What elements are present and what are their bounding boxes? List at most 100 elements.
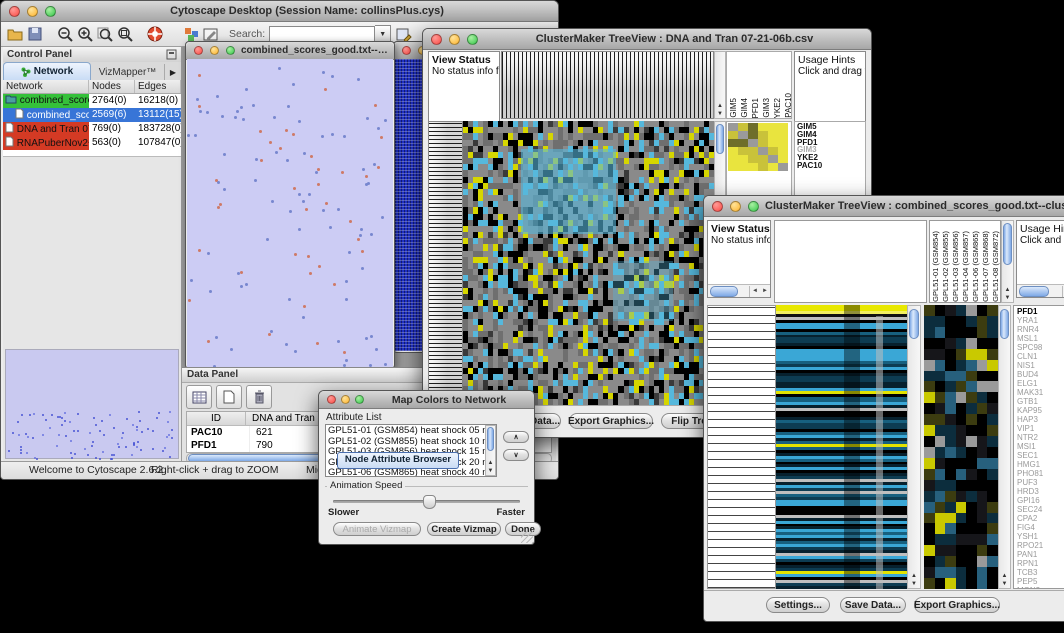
gene-label[interactable]: PHO81	[1014, 469, 1064, 478]
tab-vizmapper[interactable]: VizMapper™	[91, 64, 165, 80]
zoom-window-icon[interactable]	[748, 201, 759, 212]
gene-label[interactable]: MSI1	[1014, 442, 1064, 451]
vscroll-thumb[interactable]	[909, 309, 919, 339]
create-vizmap-button[interactable]: Create Vizmap	[427, 522, 501, 536]
network-row[interactable]: DNA and Tran 07 769(0) 183728(0)	[3, 122, 181, 136]
gene-label[interactable]: CLN1	[1014, 352, 1064, 361]
minimize-icon[interactable]	[730, 201, 741, 212]
hscroll-thumb[interactable]	[710, 286, 738, 297]
tv1-row-dendrogram[interactable]	[428, 121, 463, 405]
usage-hints-hscrollbar[interactable]: ◄►	[1017, 284, 1064, 297]
open-session-icon[interactable]	[6, 25, 24, 43]
gene-label[interactable]: CPA2	[1014, 514, 1064, 523]
gene-label[interactable]: YRA1	[1014, 316, 1064, 325]
gene-label[interactable]: FIG4	[1014, 523, 1064, 532]
zoom-selected-icon[interactable]	[96, 25, 114, 43]
gene-label[interactable]: HRD3	[1014, 487, 1064, 496]
attribute-list[interactable]: GPL51-01 (GSM854) heat shock 05 min GPL51…	[325, 424, 497, 477]
minimize-icon[interactable]	[449, 34, 460, 45]
zoom-window-icon[interactable]	[45, 6, 56, 17]
network-row[interactable]: combined_scores 2764(0) 16218(0)	[3, 94, 181, 108]
zoom-window-icon[interactable]	[226, 46, 235, 55]
tv2-heatmap-scrollbar[interactable]: ▲▼	[907, 305, 921, 589]
zoom-out-icon[interactable]	[56, 25, 74, 43]
gene-label[interactable]: HMG1	[1014, 460, 1064, 469]
animate-vizmap-button[interactable]: Animate Vizmap	[333, 522, 421, 536]
move-down-button[interactable]: ∨	[503, 449, 529, 461]
tv1-col-scrollbar[interactable]: ▲▼	[714, 51, 726, 119]
gene-label[interactable]: MSL1	[1014, 334, 1064, 343]
view-status-hscrollbar[interactable]: ◄►	[708, 284, 770, 297]
tv2-row-dendrogram[interactable]	[707, 305, 776, 589]
network-row[interactable]: combined_sco... 2569(6) 13112(15)	[3, 108, 181, 122]
gene-label[interactable]: SEC24	[1014, 505, 1064, 514]
attribute-list-item[interactable]: GPL51-06 (GSM865) heat shock 40 min	[328, 468, 494, 477]
vscroll-thumb[interactable]	[1003, 223, 1012, 265]
gene-label[interactable]: VIP1	[1014, 424, 1064, 433]
tv1-column-dendrogram[interactable]	[501, 51, 714, 119]
main-title-bar[interactable]: Cytoscape Desktop (Session Name: collins…	[1, 1, 558, 22]
tv2-zoom-heatmap[interactable]	[924, 305, 998, 589]
tab-network[interactable]: Network	[3, 62, 91, 80]
gene-label[interactable]: RPO21	[1014, 541, 1064, 550]
close-icon[interactable]	[9, 6, 20, 17]
export-graphics-button[interactable]: Export Graphics...	[569, 413, 653, 429]
gene-label[interactable]: PAN1	[1014, 550, 1064, 559]
attribute-list-scrollbar[interactable]: ▲▼	[485, 425, 496, 476]
export-graphics-button[interactable]: Export Graphics...	[914, 597, 1000, 613]
speed-slider[interactable]	[333, 500, 520, 503]
tv2-heatmap[interactable]	[776, 305, 907, 589]
minimize-icon[interactable]	[27, 6, 38, 17]
help-lifering-icon[interactable]	[146, 25, 164, 43]
tv2-column-tree[interactable]	[774, 220, 927, 303]
gene-label[interactable]: GTB1	[1014, 397, 1064, 406]
close-icon[interactable]	[327, 395, 336, 404]
gene-label[interactable]: PAC10	[795, 162, 865, 170]
hscroll-thumb[interactable]	[1019, 286, 1049, 297]
zoom-window-icon[interactable]	[467, 34, 478, 45]
zoom-window-icon[interactable]	[355, 395, 364, 404]
col-id[interactable]: ID	[187, 412, 246, 425]
gene-label[interactable]: MAK31	[1014, 388, 1064, 397]
gene-label[interactable]: ELG1	[1014, 379, 1064, 388]
network-canvas[interactable]	[187, 59, 393, 367]
vscroll-thumb[interactable]	[487, 427, 494, 451]
vscroll-thumb[interactable]	[716, 124, 724, 154]
minimize-icon[interactable]	[210, 46, 219, 55]
search-input[interactable]	[269, 26, 375, 43]
tv1-heatmap[interactable]	[463, 121, 714, 405]
node-attribute-browser-tab[interactable]: Node Attribute Browser	[337, 452, 459, 469]
network-table-header[interactable]: Network Nodes Edges	[3, 80, 181, 94]
vscroll-thumb[interactable]	[1000, 309, 1009, 339]
save-session-icon[interactable]	[26, 25, 44, 43]
tv2-collabel-scrollbar[interactable]: ▲▼	[1001, 220, 1014, 303]
network-row[interactable]: RNAPuberNov2+| 563(0) 107847(0)	[3, 136, 181, 150]
attribute-list-item[interactable]: GPL51-01 (GSM854) heat shock 05 min	[328, 426, 494, 437]
gene-label[interactable]: NIS1	[1014, 361, 1064, 370]
gene-label[interactable]: TCB3	[1014, 568, 1064, 577]
select-attributes-icon[interactable]	[186, 385, 212, 409]
minimize-icon[interactable]	[341, 395, 350, 404]
gene-label[interactable]: RNR4	[1014, 325, 1064, 334]
close-icon[interactable]	[402, 46, 411, 55]
network-overview-panel[interactable]	[5, 349, 179, 459]
treeview2-title-bar[interactable]: ClusterMaker TreeView : combined_scores_…	[704, 196, 1064, 217]
gene-label[interactable]: BUD4	[1014, 370, 1064, 379]
gene-label[interactable]: PFD1	[1014, 307, 1064, 316]
zoom-fit-icon[interactable]	[116, 25, 134, 43]
zoom-in-icon[interactable]	[76, 25, 94, 43]
delete-attribute-icon[interactable]	[246, 385, 272, 409]
gene-label[interactable]: HAP3	[1014, 415, 1064, 424]
tab-overflow-button[interactable]: ▶	[165, 64, 181, 80]
tv2-zoom-scrollbar[interactable]: ▲▼	[998, 305, 1011, 589]
gene-label[interactable]: GPI16	[1014, 496, 1064, 505]
settings-button[interactable]: Settings...	[766, 597, 830, 613]
gene-label[interactable]: RPN1	[1014, 559, 1064, 568]
gene-label[interactable]: SPC98	[1014, 343, 1064, 352]
gene-label[interactable]: KAP95	[1014, 406, 1064, 415]
gene-label[interactable]: SEC1	[1014, 451, 1064, 460]
gene-label[interactable]: YSH1	[1014, 532, 1064, 541]
gene-label[interactable]: MON2	[1014, 586, 1064, 589]
move-up-button[interactable]: ∧	[503, 431, 529, 443]
dialog-title-bar[interactable]: Map Colors to Network	[319, 391, 534, 409]
